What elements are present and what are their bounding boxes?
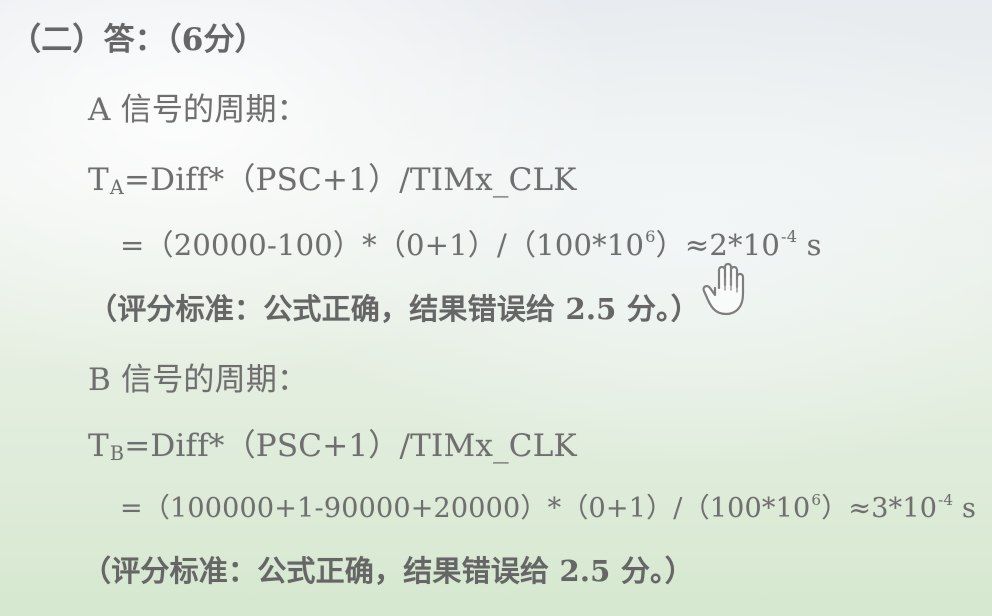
signal-a-title: A 信号的周期： xyxy=(88,92,308,128)
period-symbol: T xyxy=(88,162,109,198)
calculation-main: =（100000+1-90000+20000）*（0+1）/（100*10 xyxy=(120,493,811,524)
hand-pointer-icon xyxy=(702,262,745,316)
signal-b-formula: TB=Diff*（PSC+1）/TIMx_CLK xyxy=(88,420,577,465)
exponent-negative-4: -4 xyxy=(781,227,798,247)
signal-a-formula: TA=Diff*（PSC+1）/TIMx_CLK xyxy=(88,154,577,199)
formula-expression: =Diff*（PSC+1）/TIMx_CLK xyxy=(124,428,577,464)
calculation-middle: ）≈3*10 xyxy=(821,493,938,524)
section-heading: （二）答：（6分） xyxy=(10,22,266,58)
signal-a-calculation: =（20000-100）*（0+1）/（100*106）≈2*10-4 s xyxy=(120,222,822,264)
period-subscript: B xyxy=(109,442,125,466)
signal-b-title: B 信号的周期： xyxy=(88,362,309,398)
signal-b-calculation: =（100000+1-90000+20000）*（0+1）/（100*106）≈… xyxy=(120,486,976,525)
signal-a-scoring-note: （评分标准：公式正确，结果错误给 2.5 分。） xyxy=(88,292,700,326)
unit-seconds: s xyxy=(953,493,977,524)
period-symbol: T xyxy=(88,428,109,464)
unit-seconds: s xyxy=(797,228,822,262)
exponent-6: 6 xyxy=(645,227,656,247)
calculation-middle: ）≈2*10 xyxy=(655,228,781,262)
signal-b-scoring-note: （评分标准：公式正确，结果错误给 2.5 分。） xyxy=(82,554,694,588)
formula-expression: =Diff*（PSC+1）/TIMx_CLK xyxy=(123,162,577,198)
exponent-negative-4: -4 xyxy=(938,491,954,510)
period-subscript: A xyxy=(109,176,124,200)
calculation-main: =（20000-100）*（0+1）/（100*10 xyxy=(120,228,645,262)
exponent-6: 6 xyxy=(811,491,822,510)
